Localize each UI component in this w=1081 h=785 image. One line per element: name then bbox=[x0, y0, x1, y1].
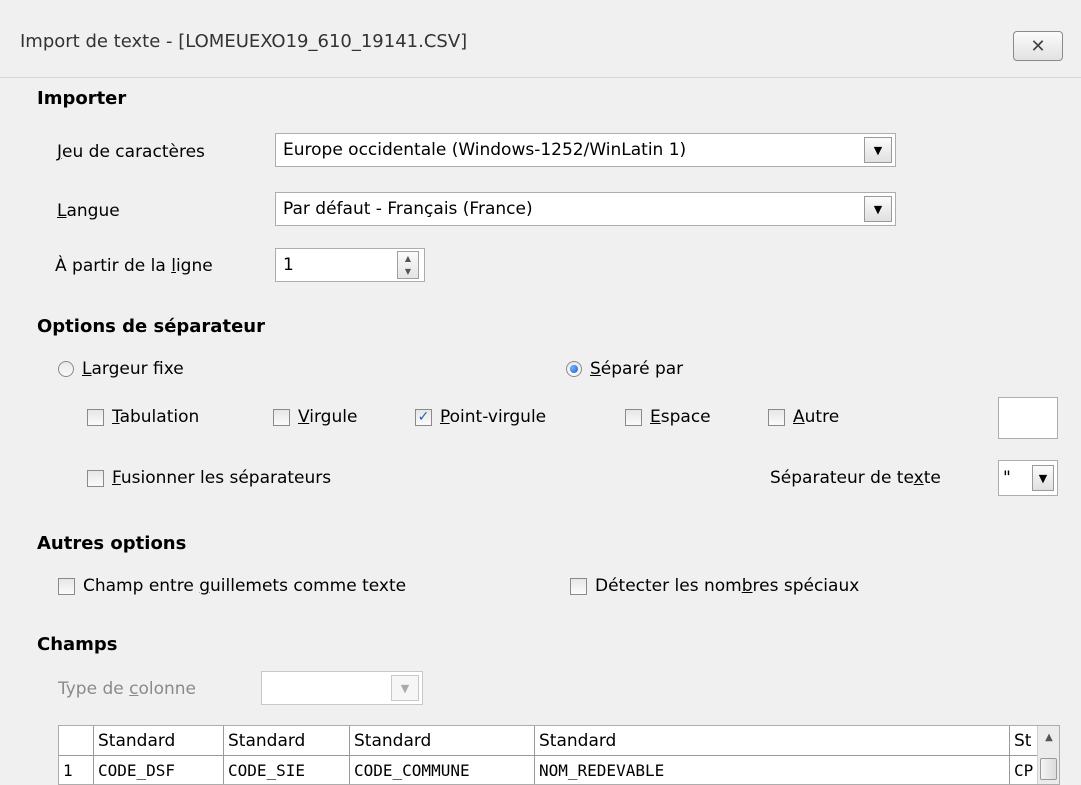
comma-checkbox[interactable]: Virgule bbox=[273, 407, 357, 427]
preview-grid[interactable]: Standard Standard Standard Standard St 1… bbox=[58, 725, 1060, 785]
window-title: Import de texte - [LOMEUEXO19_610_19141.… bbox=[20, 31, 468, 52]
other-separator-input[interactable] bbox=[998, 397, 1058, 439]
column-header[interactable]: Standard bbox=[224, 726, 350, 756]
column-header[interactable]: Standard bbox=[535, 726, 1010, 756]
language-label: Langue bbox=[57, 201, 120, 221]
fields-heading: Champs bbox=[37, 634, 118, 655]
detect-special-numbers-checkbox[interactable]: Détecter les nombres spéciaux bbox=[570, 576, 859, 596]
space-label: Espace bbox=[650, 407, 711, 427]
from-row-label: À partir de la ligne bbox=[55, 256, 213, 276]
charset-select[interactable]: Europe occidentale (Windows-1252/WinLati… bbox=[275, 133, 896, 167]
table-row: 1 CODE_DSF CODE_SIE CODE_COMMUNE NOM_RED… bbox=[59, 756, 1040, 784]
comma-label: Virgule bbox=[298, 407, 358, 427]
checkbox-icon[interactable] bbox=[570, 577, 587, 595]
checkbox-icon[interactable] bbox=[625, 408, 642, 426]
language-select[interactable]: Par défaut - Français (France) ▼ bbox=[275, 192, 896, 226]
row-number: 1 bbox=[59, 756, 94, 784]
radio-selected-icon[interactable] bbox=[566, 361, 582, 377]
other-options-heading: Autres options bbox=[37, 533, 187, 554]
chevron-down-icon[interactable]: ▼ bbox=[864, 137, 892, 163]
charset-label: Jeu de caractères bbox=[57, 142, 205, 162]
semicolon-checkbox[interactable]: ✓ Point-virgule bbox=[415, 407, 546, 427]
from-row-value: 1 bbox=[283, 255, 294, 275]
column-header[interactable]: Standard bbox=[94, 726, 224, 756]
vertical-scrollbar[interactable]: ▲ bbox=[1037, 726, 1059, 784]
other-checkbox[interactable]: Autre bbox=[768, 407, 839, 427]
table-cell: CP bbox=[1010, 756, 1040, 784]
text-delimiter-select[interactable]: " ▼ bbox=[998, 460, 1058, 496]
merge-separators-label: Fusionner les séparateurs bbox=[112, 468, 332, 488]
from-row-spinner[interactable]: 1 ▲ ▼ bbox=[275, 248, 425, 282]
checkbox-icon[interactable] bbox=[273, 408, 290, 426]
space-checkbox[interactable]: Espace bbox=[625, 407, 711, 427]
column-type-select[interactable]: ▼ bbox=[261, 671, 423, 705]
quoted-as-text-checkbox[interactable]: Champ entre guillemets comme texte bbox=[58, 576, 406, 596]
merge-separators-checkbox[interactable]: Fusionner les séparateurs bbox=[87, 468, 331, 488]
text-delimiter-value: " bbox=[1003, 468, 1011, 488]
column-header[interactable]: St bbox=[1010, 726, 1040, 756]
tab-checkbox[interactable]: Tabulation bbox=[87, 407, 199, 427]
chevron-down-icon[interactable]: ▼ bbox=[391, 675, 419, 701]
spin-arrows-icon[interactable]: ▲ ▼ bbox=[397, 251, 419, 279]
detect-special-numbers-label: Détecter les nombres spéciaux bbox=[595, 576, 860, 596]
checkbox-icon[interactable] bbox=[87, 469, 104, 487]
table-cell: CODE_COMMUNE bbox=[350, 756, 535, 784]
column-header[interactable]: Standard bbox=[350, 726, 535, 756]
quoted-as-text-label: Champ entre guillemets comme texte bbox=[83, 576, 407, 596]
checkbox-icon[interactable] bbox=[768, 408, 785, 426]
checkbox-icon[interactable] bbox=[87, 408, 104, 426]
radio-icon[interactable] bbox=[58, 361, 74, 377]
scroll-thumb[interactable] bbox=[1040, 758, 1057, 780]
close-icon: ✕ bbox=[1030, 35, 1046, 57]
checkmark-icon[interactable]: ✓ bbox=[415, 408, 432, 426]
title-bar: Import de texte - [LOMEUEXO19_610_19141.… bbox=[0, 0, 1081, 78]
fixed-width-label: Largeur fixe bbox=[82, 359, 184, 379]
chevron-down-icon[interactable]: ▼ bbox=[1032, 465, 1054, 491]
column-type-label: Type de colonne bbox=[58, 679, 197, 699]
grid-header-row: Standard Standard Standard Standard St bbox=[59, 726, 1040, 756]
scroll-up-icon[interactable]: ▲ bbox=[1038, 726, 1059, 748]
separated-by-radio[interactable]: Séparé par bbox=[566, 359, 683, 379]
checkbox-icon[interactable] bbox=[58, 577, 75, 595]
chevron-down-icon[interactable]: ▼ bbox=[864, 196, 892, 222]
separator-heading: Options de séparateur bbox=[37, 316, 265, 337]
grid-corner-cell bbox=[59, 726, 94, 756]
text-delimiter-label: Séparateur de texte bbox=[770, 468, 941, 488]
close-button[interactable]: ✕ bbox=[1013, 31, 1063, 61]
tab-label: Tabulation bbox=[112, 407, 200, 427]
charset-value: Europe occidentale (Windows-1252/WinLati… bbox=[283, 140, 687, 160]
other-label: Autre bbox=[793, 407, 840, 427]
import-heading: Importer bbox=[37, 88, 127, 109]
table-cell: CODE_SIE bbox=[224, 756, 350, 784]
semicolon-label: Point-virgule bbox=[440, 407, 547, 427]
table-cell: CODE_DSF bbox=[94, 756, 224, 784]
fixed-width-radio[interactable]: Largeur fixe bbox=[58, 359, 184, 379]
table-cell: NOM_REDEVABLE bbox=[535, 756, 1010, 784]
language-value: Par défaut - Français (France) bbox=[283, 199, 533, 219]
separated-by-label: Séparé par bbox=[590, 359, 684, 379]
